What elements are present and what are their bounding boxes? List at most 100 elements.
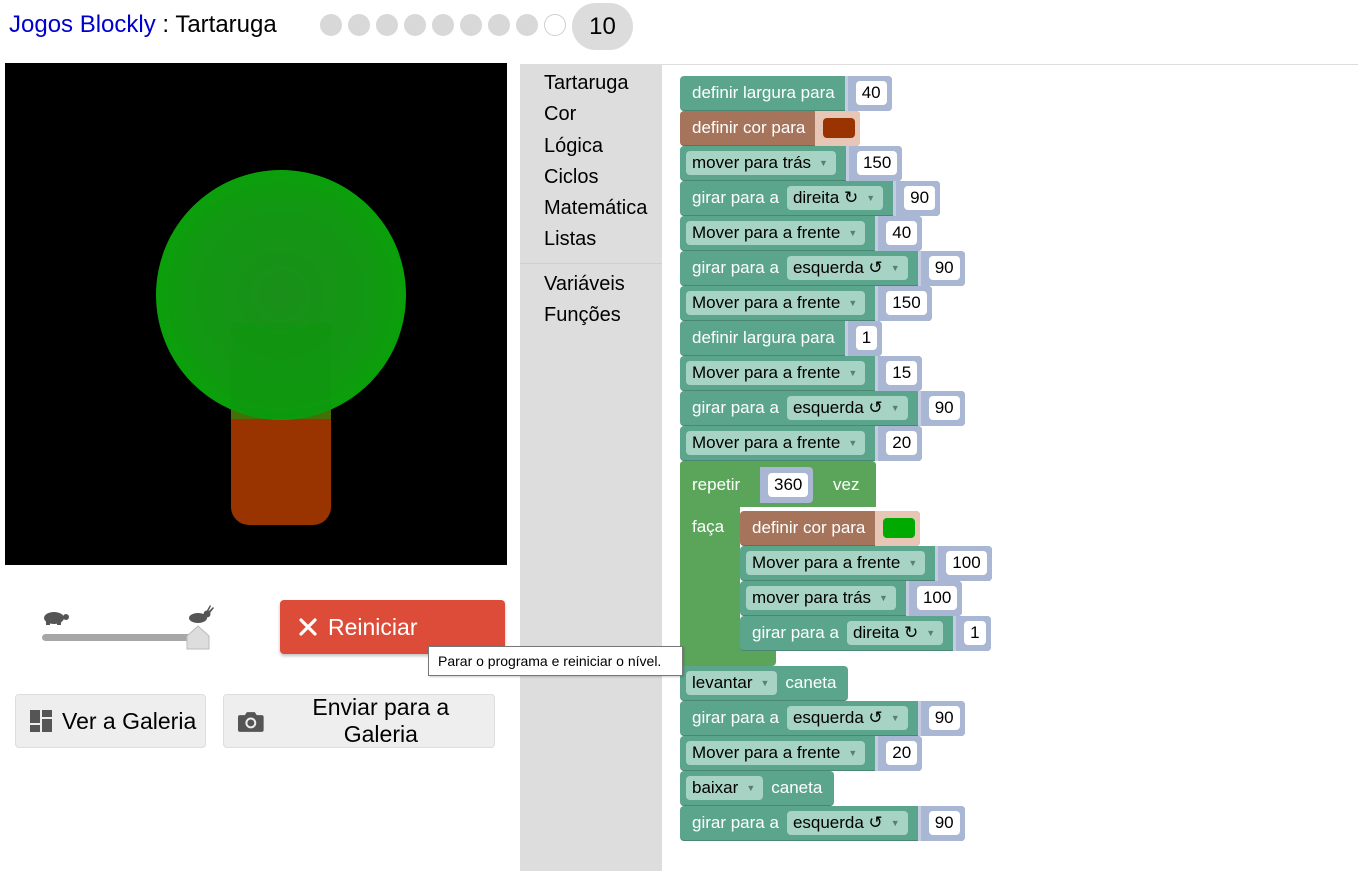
number-input[interactable]: 40 [886, 221, 918, 245]
level-dot[interactable] [488, 14, 510, 36]
chevron-down-icon: ▼ [890, 263, 900, 273]
view-gallery-button[interactable]: Ver a Galeria [15, 694, 206, 748]
color-swatch[interactable] [883, 518, 916, 538]
dropdown-value: mover para trás [752, 588, 872, 607]
turn-dropdown[interactable]: direita ↻ ▼ [786, 186, 884, 210]
direction-dropdown[interactable]: Mover para a frente ▼ [746, 551, 926, 575]
number-input[interactable]: 90 [928, 396, 960, 420]
level-dot[interactable] [460, 14, 482, 36]
level-selector [320, 14, 566, 36]
block-turn[interactable]: girar para a esquerda ↺ ▼ 90 [680, 390, 965, 426]
slider-handle[interactable] [185, 625, 211, 651]
block-label: girar para a [692, 398, 779, 417]
number-input[interactable]: 150 [856, 151, 898, 175]
chevron-down-icon: ▼ [848, 298, 858, 308]
block-turn[interactable]: girar para a esquerda ↺ ▼ 90 [680, 700, 965, 736]
repeat-label: repetir [692, 475, 741, 494]
turn-dropdown[interactable]: esquerda ↺ ▼ [786, 256, 908, 280]
block-turn[interactable]: girar para a direita ↻ ▼ 90 [680, 180, 941, 216]
toolbox-category-variaveis[interactable]: Variáveis [544, 273, 625, 296]
submit-gallery-button[interactable]: Enviar para a Galeria [223, 694, 495, 748]
times-label: vez [833, 475, 860, 494]
level-dot[interactable] [432, 14, 454, 36]
reset-label: Reiniciar [328, 613, 418, 640]
level-dot[interactable] [516, 14, 538, 36]
direction-dropdown[interactable]: mover para trás ▼ [746, 586, 896, 610]
toolbox-category-ciclos[interactable]: Ciclos [544, 166, 598, 189]
block-move[interactable]: Mover para a frente ▼ 20 [680, 735, 923, 771]
block-move[interactable]: Mover para a frente ▼ 100 [740, 545, 992, 581]
chevron-down-icon: ▼ [926, 628, 936, 638]
level-dot[interactable] [544, 14, 566, 36]
toolbox-category-funcoes[interactable]: Funções [544, 304, 621, 327]
block-set-color[interactable]: definir cor para [680, 110, 861, 146]
direction-dropdown[interactable]: Mover para a frente ▼ [686, 291, 866, 315]
direction-dropdown[interactable]: Mover para a frente ▼ [686, 431, 866, 455]
crown-overlap [231, 323, 331, 419]
direction-dropdown[interactable]: mover para trás ▼ [686, 151, 836, 175]
number-input[interactable]: 100 [916, 586, 958, 610]
direction-dropdown[interactable]: Mover para a frente ▼ [686, 741, 866, 765]
direction-dropdown[interactable]: Mover para a frente ▼ [686, 221, 866, 245]
turn-dropdown[interactable]: esquerda ↺ ▼ [786, 396, 908, 420]
number-input[interactable]: 1 [964, 621, 986, 645]
turn-dropdown[interactable]: esquerda ↺ ▼ [786, 811, 908, 835]
number-input[interactable]: 100 [946, 551, 987, 575]
level-dot[interactable] [348, 14, 370, 36]
number-input[interactable]: 90 [928, 256, 960, 280]
number-input[interactable]: 20 [886, 741, 918, 765]
block-set-color[interactable]: definir cor para [740, 510, 921, 546]
number-input[interactable]: 150 [886, 291, 927, 315]
number-input[interactable]: 90 [928, 811, 960, 835]
color-swatch[interactable] [823, 118, 856, 138]
pen-dropdown[interactable]: baixar ▼ [686, 776, 764, 800]
block-move[interactable]: Mover para a frente ▼ 15 [680, 355, 923, 391]
slider-track[interactable] [42, 634, 202, 641]
block-turn[interactable]: girar para a esquerda ↺ ▼ 90 [680, 250, 965, 286]
reset-tooltip: Parar o programa e reiniciar o nível. [428, 646, 683, 676]
block-move[interactable]: Mover para a frente ▼ 20 [680, 425, 923, 461]
level-dot[interactable] [404, 14, 426, 36]
page-title: Jogos Blockly : Tartaruga [9, 11, 277, 39]
level-dot[interactable] [376, 14, 398, 36]
blocks-workspace[interactable]: definir largura para 40 definir cor para… [662, 65, 1358, 871]
number-input[interactable]: 15 [886, 361, 918, 385]
pen-dropdown[interactable]: levantar ▼ [686, 671, 778, 695]
toolbox-category-listas[interactable]: Listas [544, 228, 596, 251]
toolbox-category-cor[interactable]: Cor [544, 103, 576, 126]
dropdown-value: esquerda ↺ [792, 258, 883, 277]
chevron-down-icon: ▼ [760, 678, 770, 688]
number-input[interactable]: 40 [855, 81, 887, 105]
block-set-width[interactable]: definir largura para 1 [680, 320, 883, 356]
block-move[interactable]: Mover para a frente ▼ 40 [680, 215, 923, 251]
turn-dropdown[interactable]: direita ↻ ▼ [846, 621, 944, 645]
block-move[interactable]: Mover para a frente ▼ 150 [680, 285, 932, 321]
block-pen[interactable]: baixar ▼ caneta [680, 771, 835, 806]
block-turn[interactable]: girar para a esquerda ↺ ▼ 90 [680, 805, 965, 841]
direction-dropdown[interactable]: Mover para a frente ▼ [686, 361, 866, 385]
block-set-width[interactable]: definir largura para 40 [680, 75, 892, 111]
toolbox-category-tartaruga[interactable]: Tartaruga [544, 72, 629, 95]
chevron-down-icon: ▼ [819, 158, 828, 168]
chevron-down-icon: ▼ [908, 558, 918, 568]
app-home-link[interactable]: Jogos Blockly [9, 11, 156, 38]
number-input[interactable]: 1 [855, 326, 878, 350]
block-pen[interactable]: levantar ▼ caneta [680, 666, 849, 701]
turn-dropdown[interactable]: esquerda ↺ ▼ [786, 706, 908, 730]
block-move[interactable]: mover para trás ▼ 100 [740, 580, 963, 616]
block-turn[interactable]: girar para a direita ↻ ▼ 1 [740, 615, 991, 651]
level-dot[interactable] [320, 14, 342, 36]
number-input[interactable]: 90 [928, 706, 960, 730]
speed-slider[interactable] [36, 600, 216, 656]
toolbox-category-matematica[interactable]: Matemática [544, 197, 647, 220]
camera-icon [237, 712, 264, 732]
repeat-count-input[interactable]: 360 [768, 473, 809, 497]
block-move[interactable]: mover para trás ▼ 150 [680, 145, 903, 181]
number-input[interactable]: 90 [904, 186, 936, 210]
number-input[interactable]: 20 [886, 431, 918, 455]
chevron-down-icon: ▼ [848, 368, 858, 378]
toolbox-category-logica[interactable]: Lógica [544, 135, 603, 158]
dropdown-value: direita ↻ [852, 623, 919, 642]
dropdown-value: mover para trás [692, 153, 812, 172]
current-level-badge[interactable]: 10 [572, 3, 633, 50]
